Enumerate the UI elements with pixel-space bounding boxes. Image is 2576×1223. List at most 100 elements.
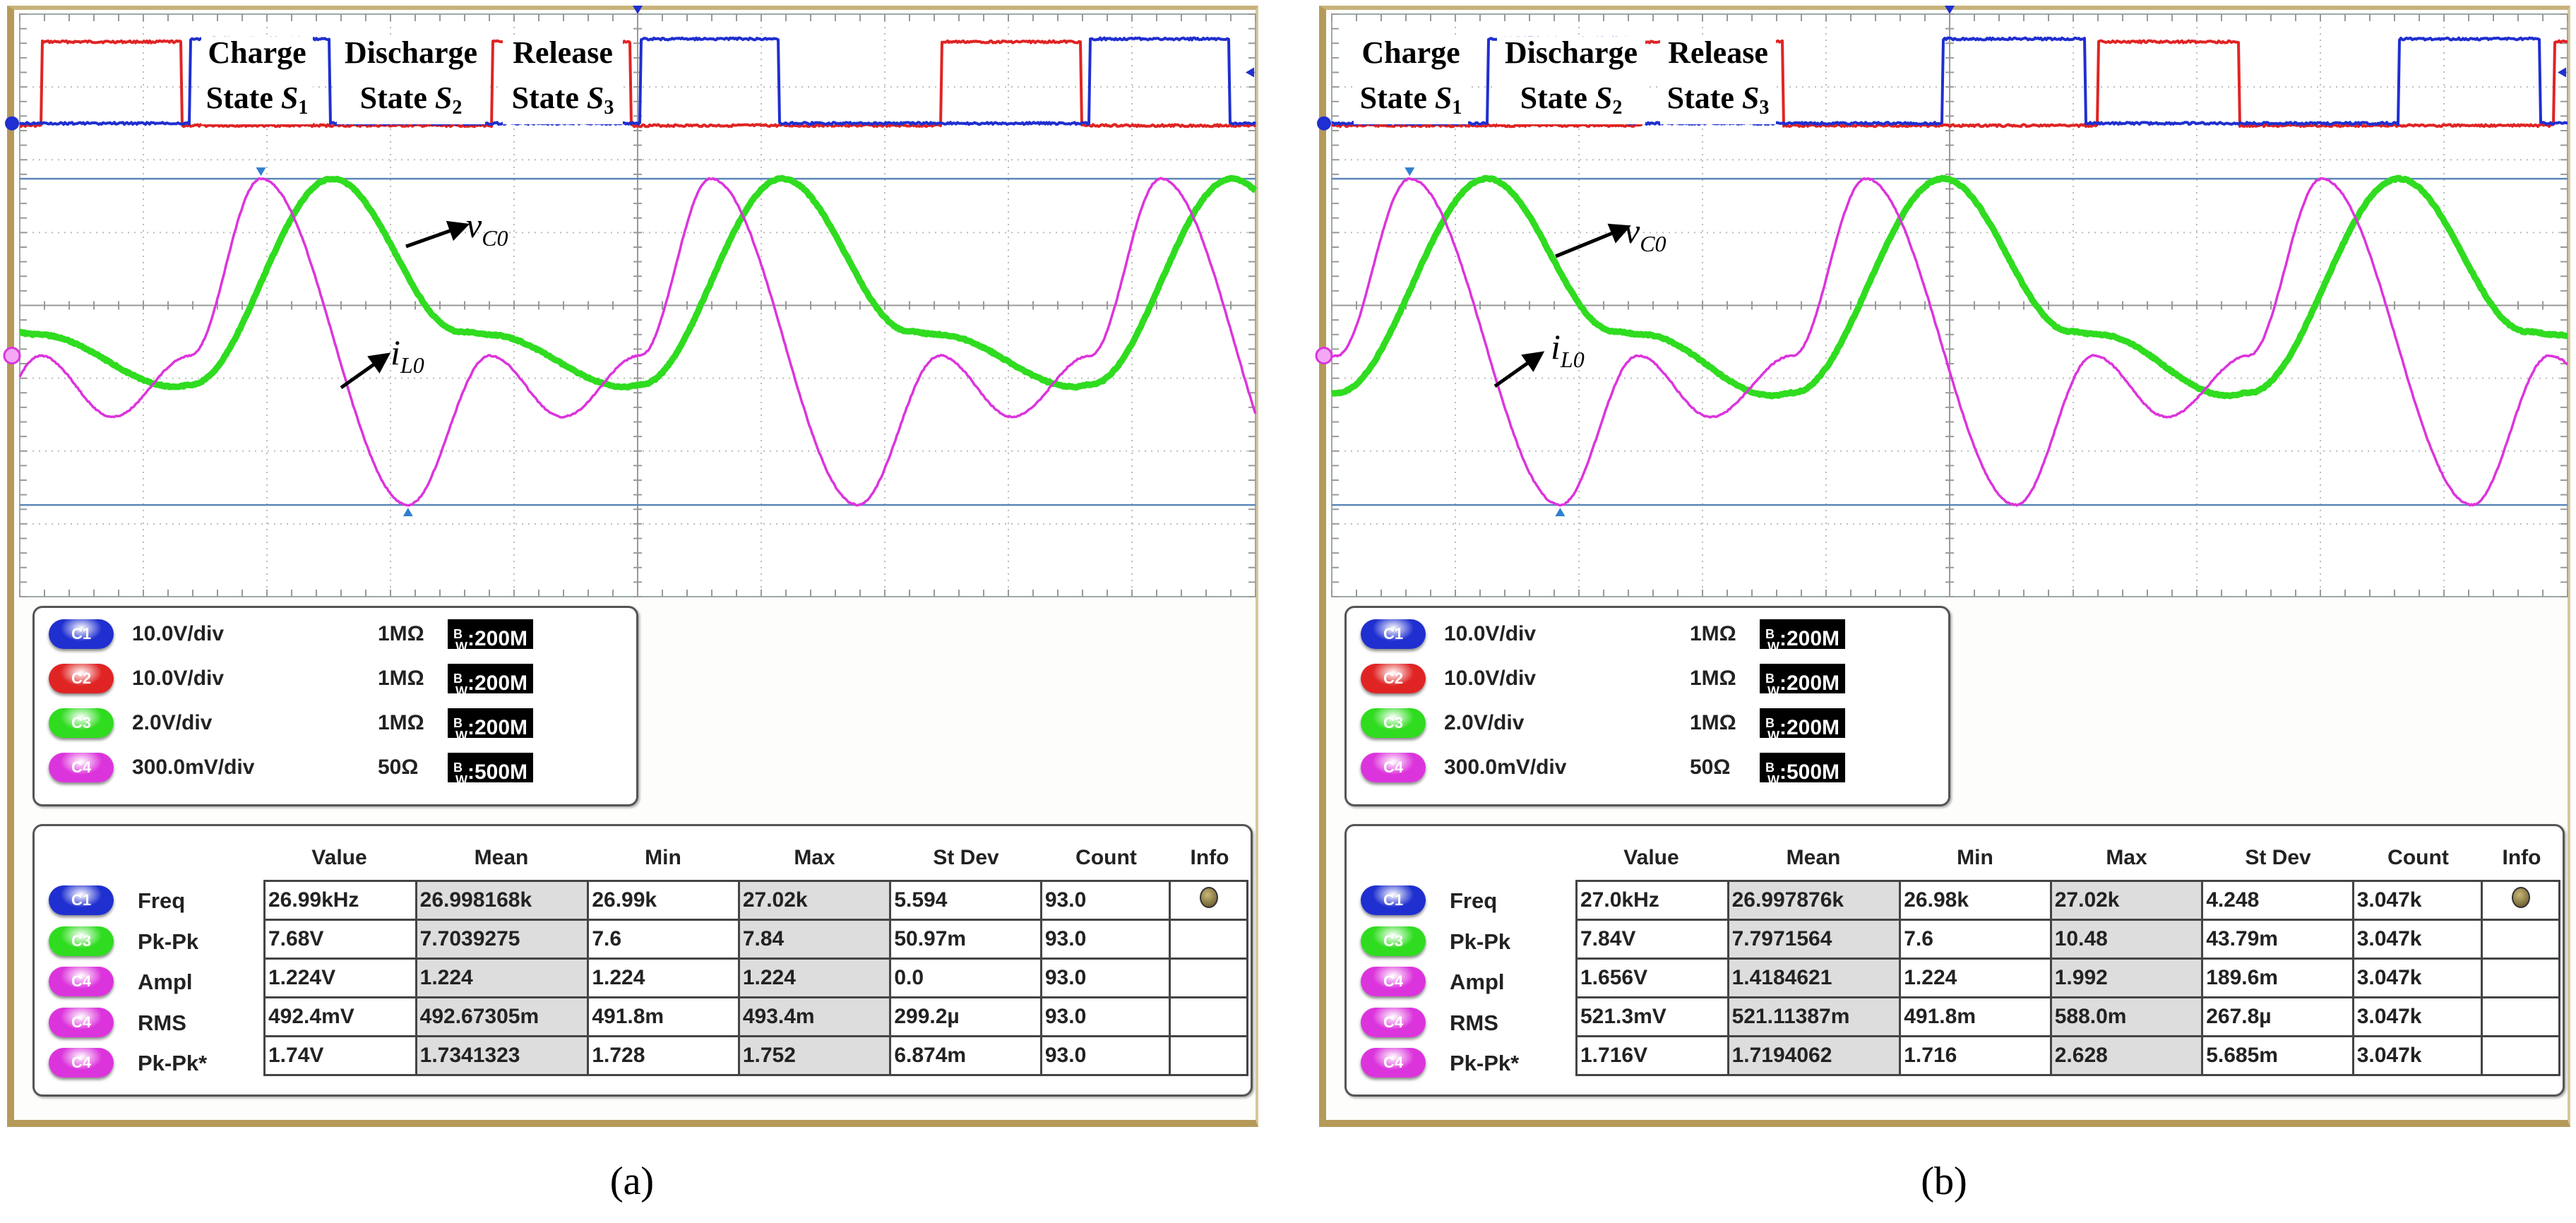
channel-4-offset-marker-icon bbox=[1315, 347, 1333, 365]
measurement-cell-value: 27.0kHz bbox=[1575, 880, 1729, 921]
measurement-source-badge-c4[interactable]: C4 bbox=[1361, 1048, 1426, 1078]
measurement-cell-count: 93.0 bbox=[1039, 996, 1171, 1037]
measurement-cell-min: 491.8m bbox=[1899, 996, 2052, 1037]
measurement-column-header: Info bbox=[1190, 846, 1229, 869]
measurement-cell-value: 1.224V bbox=[263, 957, 417, 998]
figure-caption: (b) bbox=[1312, 1158, 2576, 1205]
channel-scale: 10.0V/div bbox=[1444, 622, 1537, 645]
measurement-column-header: Info bbox=[2502, 846, 2541, 869]
channel-scale: 2.0V/div bbox=[132, 711, 213, 734]
annotation-state-word: State bbox=[205, 80, 281, 115]
measurement-cell-mean: 7.7039275 bbox=[415, 919, 590, 960]
bandwidth-limit-badge: BW:500M bbox=[1760, 753, 1846, 787]
bw-prefix: B bbox=[453, 760, 463, 775]
channel-settings-box: C1 10.0V/div 1MΩ BW:200M C2 10.0V/div 1MΩ BW:20… bbox=[32, 606, 638, 806]
measurement-source-badge-c4[interactable]: C4 bbox=[49, 1007, 114, 1037]
measurement-cell-info bbox=[2481, 957, 2560, 998]
charge-state-annotation: Charge State S1 bbox=[201, 37, 313, 124]
measurement-cell-max: 7.84 bbox=[737, 919, 892, 960]
measurement-source-badge-c4[interactable]: C4 bbox=[49, 967, 114, 996]
measurement-cell-count: 93.0 bbox=[1039, 957, 1171, 998]
channel-badge-c4[interactable]: C4 bbox=[49, 753, 114, 782]
measurement-source-badge-c4[interactable]: C4 bbox=[1361, 967, 1426, 996]
measurement-cell-min: 7.6 bbox=[587, 919, 740, 960]
channel-badge-c3[interactable]: C3 bbox=[49, 708, 114, 738]
measurement-cell-count: 3.047k bbox=[2351, 957, 2483, 998]
channel-impedance: 1MΩ bbox=[1690, 711, 1736, 734]
measurement-cell-max: 27.02k bbox=[2049, 880, 2204, 921]
channel-badge-c4[interactable]: C4 bbox=[1361, 753, 1426, 782]
channel-badge-c1[interactable]: C1 bbox=[49, 619, 114, 649]
label-symbol: v bbox=[466, 205, 482, 245]
il0-label: iL0 bbox=[1551, 326, 1585, 373]
channel-settings-box: C1 10.0V/div 1MΩ BW:200M C2 10.0V/div 1MΩ BW:20… bbox=[1344, 606, 1950, 806]
caption-open: ( bbox=[1921, 1159, 1934, 1203]
release-state-annotation: Release State S3 bbox=[1660, 37, 1776, 124]
measurement-source-badge-c1[interactable]: C1 bbox=[49, 885, 114, 915]
table-row: 26.99kHz 26.998168k 26.99k 27.02k 5.594 93.0 bbox=[263, 880, 1248, 921]
channel-1-offset-marker-icon bbox=[5, 116, 19, 131]
bandwidth-limit-badge: BW:200M bbox=[448, 664, 534, 698]
info-icon[interactable] bbox=[2511, 887, 2530, 908]
measurement-cell-info bbox=[2481, 919, 2560, 960]
measurement-cell-mean: 1.7341323 bbox=[415, 1035, 590, 1076]
measurement-cell-min: 1.728 bbox=[587, 1035, 740, 1076]
channel-badge-c3[interactable]: C3 bbox=[1361, 708, 1426, 738]
measurement-column-header: Value bbox=[1623, 846, 1679, 869]
bw-value: :200M bbox=[1779, 716, 1840, 739]
measurement-source-badge-c1[interactable]: C1 bbox=[1361, 885, 1426, 915]
channel-badge-c2[interactable]: C2 bbox=[1361, 664, 1426, 693]
channel-impedance: 1MΩ bbox=[378, 667, 424, 690]
measurement-name: Ampl bbox=[1450, 970, 1505, 994]
measurement-source-badge-c4[interactable]: C4 bbox=[49, 1048, 114, 1078]
measurement-cell-value: 26.99kHz bbox=[263, 880, 417, 921]
measurement-cell-info bbox=[1169, 1035, 1248, 1076]
figure-caption: (a) bbox=[0, 1158, 1264, 1205]
measurement-name: Pk-Pk* bbox=[138, 1051, 208, 1075]
measurement-cell-max: 1.992 bbox=[2049, 957, 2204, 998]
measurement-cell-info bbox=[1169, 996, 1248, 1037]
vc0-label: vC0 bbox=[1624, 210, 1666, 257]
channel-impedance: 50Ω bbox=[1690, 756, 1731, 779]
bw-subscript: W bbox=[1767, 729, 1779, 743]
channel-badge-c2[interactable]: C2 bbox=[49, 664, 114, 693]
annotation-state-subscript: 3 bbox=[1759, 97, 1770, 119]
bw-prefix: B bbox=[1765, 627, 1775, 641]
measurement-cell-min: 7.6 bbox=[1899, 919, 2052, 960]
measurement-source-badge-c3[interactable]: C3 bbox=[1361, 926, 1426, 956]
measurement-table: 26.99kHz 26.998168k 26.99k 27.02k 5.594 93.0 7… bbox=[263, 880, 1248, 1076]
measurement-name: Pk-Pk bbox=[1450, 929, 1511, 954]
measurement-cell-mean: 7.7971564 bbox=[1727, 919, 1902, 960]
table-row: 7.84V 7.7971564 7.6 10.48 43.79m 3.047k bbox=[1575, 919, 2560, 960]
measurement-source-badge-c4[interactable]: C4 bbox=[1361, 1007, 1426, 1037]
measurement-source-badge-c3[interactable]: C3 bbox=[49, 926, 114, 956]
annotation-line-2: State S3 bbox=[503, 82, 623, 124]
annotation-state-word: State bbox=[1359, 80, 1435, 115]
measurement-cell-max: 2.628 bbox=[2049, 1035, 2204, 1076]
measurement-cell-st-dev: 6.874m bbox=[889, 1035, 1042, 1076]
measurement-cell-max: 1.224 bbox=[737, 957, 892, 998]
annotation-state-symbol: S bbox=[1594, 80, 1613, 115]
annotation-line-1: Release bbox=[513, 35, 613, 70]
caption-letter: a bbox=[623, 1159, 641, 1203]
bandwidth-limit-badge: BW:200M bbox=[1760, 708, 1846, 743]
measurement-column-header: Mean bbox=[1786, 846, 1841, 869]
info-icon[interactable] bbox=[1199, 887, 1218, 908]
caption-close: ) bbox=[1954, 1159, 1967, 1203]
measurement-cell-mean: 26.998168k bbox=[415, 880, 590, 921]
bw-subscript: W bbox=[455, 640, 467, 654]
channel-badge-c1[interactable]: C1 bbox=[1361, 619, 1426, 649]
measurement-cell-st-dev: 5.594 bbox=[889, 880, 1042, 921]
bw-prefix: B bbox=[1765, 760, 1775, 775]
measurement-column-header: Mean bbox=[474, 846, 529, 869]
measurement-cell-st-dev: 299.2µ bbox=[889, 996, 1042, 1037]
annotation-state-word: State bbox=[1520, 80, 1595, 115]
measurement-cell-count: 3.047k bbox=[2351, 996, 2483, 1037]
measurement-cell-min: 1.716 bbox=[1899, 1035, 2052, 1076]
annotation-state-subscript: 1 bbox=[1452, 97, 1462, 119]
measurement-name: RMS bbox=[1450, 1010, 1498, 1035]
measurement-cell-st-dev: 189.6m bbox=[2201, 957, 2354, 998]
measurement-cell-info bbox=[2481, 1035, 2560, 1076]
measurement-column-header: Count bbox=[1075, 846, 1137, 869]
table-row: 1.656V 1.4184621 1.224 1.992 189.6m 3.047k bbox=[1575, 957, 2560, 998]
